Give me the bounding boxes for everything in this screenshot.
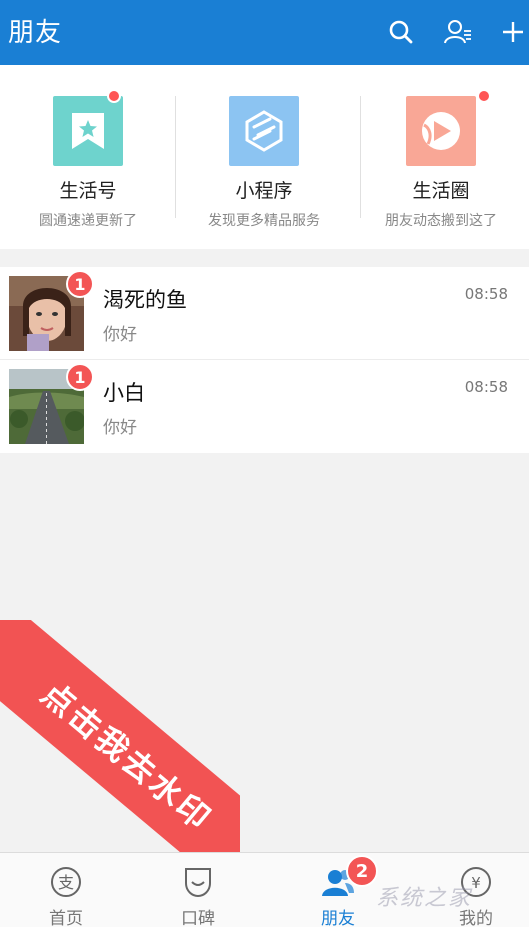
contact-name: 渴死的鱼 [103, 288, 187, 312]
chat-row[interactable]: 1 渴死的鱼 你好 08:58 [0, 267, 529, 360]
service-mini-program[interactable]: 小程序 发现更多精品服务 [176, 65, 352, 249]
last-message: 你好 [103, 325, 137, 345]
chat-row[interactable]: 1 小白 你好 08:58 [0, 360, 529, 453]
svg-text:支: 支 [58, 873, 74, 892]
service-life-account[interactable]: 生活号 圆通速递更新了 [0, 65, 176, 249]
service-name: 小程序 [235, 180, 293, 202]
service-desc: 圆通速递更新了 [39, 213, 137, 229]
last-message: 你好 [103, 418, 137, 438]
new-dot-indicator [107, 89, 121, 103]
unread-badge: 1 [66, 270, 94, 298]
tab-koubei[interactable]: 口碑 [132, 853, 264, 927]
contacts-icon[interactable] [438, 12, 478, 52]
contact-name: 小白 [103, 381, 145, 405]
top-bar: 朋友 [0, 0, 529, 65]
alipay-home-icon: 支 [49, 865, 83, 899]
ribbon-container: 点击我去水印 [0, 620, 240, 852]
service-life-circle[interactable]: 生活圈 朋友动态搬到这了 [353, 65, 529, 249]
tab-label: 口碑 [181, 909, 215, 927]
mini-program-icon [229, 96, 299, 166]
service-name: 生活圈 [412, 180, 470, 202]
service-desc: 发现更多精品服务 [208, 213, 320, 229]
koubei-icon [181, 865, 215, 899]
message-time: 08:58 [464, 378, 508, 396]
service-desc: 朋友动态搬到这了 [385, 213, 497, 229]
tab-badge: 2 [346, 855, 378, 887]
service-name: 生活号 [59, 180, 117, 202]
new-dot-indicator [477, 89, 491, 103]
tab-label: 首页 [49, 909, 83, 927]
unread-badge: 1 [66, 363, 94, 391]
search-icon[interactable] [381, 12, 421, 52]
add-icon[interactable] [497, 12, 529, 52]
services-panel: 生活号 圆通速递更新了 小程序 发现更多精品服务 生活圈 朋友动态搬到这了 [0, 65, 529, 249]
site-watermark: 系统之家 [376, 886, 473, 911]
bookmark-star-icon [53, 96, 123, 166]
chat-list: 1 渴死的鱼 你好 08:58 1 小白 你好 08:58 [0, 267, 529, 453]
page-title: 朋友 [8, 18, 63, 48]
message-time: 08:58 [464, 285, 508, 303]
life-circle-icon [406, 96, 476, 166]
remove-watermark-ribbon[interactable]: 点击我去水印 [0, 620, 240, 852]
tab-home[interactable]: 支 首页 [0, 853, 132, 927]
